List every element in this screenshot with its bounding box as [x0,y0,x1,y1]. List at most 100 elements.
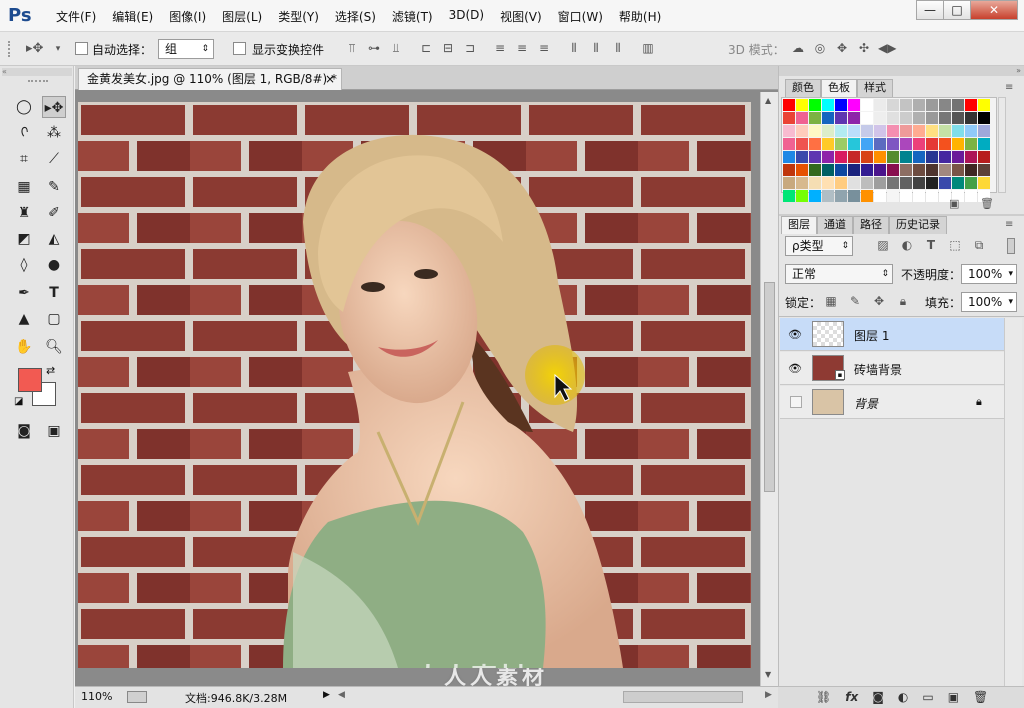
color-swatch[interactable] [913,138,925,150]
distribute-top-icon[interactable]: ≡ [492,41,508,55]
color-swatch[interactable] [913,125,925,137]
color-swatch[interactable] [939,112,951,124]
auto-align-icon[interactable]: ▥ [640,41,656,55]
vertical-scrollbar[interactable]: ▲ ▼ [760,92,778,686]
color-swatch[interactable] [952,138,964,150]
pen-tool-icon[interactable]: ✒ [12,282,36,304]
color-swatch[interactable] [900,177,912,189]
color-swatch[interactable] [809,164,821,176]
layer-row[interactable]: 👁︎ ▪ 砖墙背景 [780,352,1004,385]
color-swatch[interactable] [965,190,977,202]
chevron-down-icon[interactable]: ▾ [50,42,66,56]
fx-icon[interactable]: fx [845,690,858,704]
color-swatch[interactable] [783,125,795,137]
color-swatch[interactable] [913,99,925,111]
align-top-icon[interactable]: ⫪ [344,41,360,55]
color-swatch[interactable] [913,177,925,189]
color-swatch[interactable] [783,99,795,111]
color-swatch[interactable] [913,190,925,202]
align-vcenter-icon[interactable]: ⊶ [366,41,382,55]
brush-tool-icon[interactable]: ✎ [42,176,66,198]
distribute-bottom-icon[interactable]: ≡ [536,41,552,55]
3d-orbit-icon[interactable]: ☁ [790,41,806,55]
color-swatch[interactable] [796,151,808,163]
fill-input[interactable]: 100% ▾ [961,292,1017,312]
color-swatch[interactable] [861,164,873,176]
color-swatch[interactable] [939,138,951,150]
color-swatch[interactable] [796,112,808,124]
menu-help[interactable]: 帮助(H) [611,8,669,25]
color-swatch[interactable] [822,190,834,202]
eye-icon[interactable]: 👁︎ [788,328,802,342]
color-swatch[interactable] [965,151,977,163]
menu-edit[interactable]: 编辑(E) [104,8,161,25]
color-swatch[interactable] [913,164,925,176]
color-swatch[interactable] [978,138,990,150]
color-swatch[interactable] [900,138,912,150]
color-swatch[interactable] [978,151,990,163]
color-swatch[interactable] [926,99,938,111]
paint-bucket-tool-icon[interactable]: ◭ [42,228,66,250]
menu-3d[interactable]: 3D(D) [441,8,492,25]
color-swatch[interactable] [835,138,847,150]
color-swatch[interactable] [952,164,964,176]
color-swatch[interactable] [796,125,808,137]
trash-icon[interactable]: 🗑︎ [980,197,994,210]
status-menu-arrow-icon[interactable]: ▶ [323,690,330,700]
color-swatch[interactable] [965,112,977,124]
color-swatch[interactable] [926,177,938,189]
auto-select-checkbox[interactable] [75,42,88,55]
color-swatch[interactable] [861,125,873,137]
color-swatch[interactable] [835,190,847,202]
tab-history[interactable]: 历史记录 [889,216,947,234]
tab-styles[interactable]: 样式 [857,79,893,97]
distribute-hcenter-icon[interactable]: ⦀ [588,41,604,55]
color-swatch[interactable] [939,164,951,176]
distribute-vcenter-icon[interactable]: ≡ [514,41,530,55]
color-swatch[interactable] [874,112,886,124]
color-swatch[interactable] [926,190,938,202]
type-tool-icon[interactable]: T [42,282,66,304]
color-swatch[interactable] [887,99,899,111]
color-swatch[interactable] [978,99,990,111]
color-swatch[interactable] [887,190,899,202]
eyedropper-tool-icon[interactable]: ⟋ [42,148,66,170]
color-swatch[interactable] [900,125,912,137]
color-swatch[interactable] [874,138,886,150]
tab-swatches[interactable]: 色板 [821,79,857,97]
chevron-down-icon[interactable]: ▾ [1008,293,1013,311]
color-swatch[interactable] [848,151,860,163]
color-swatch[interactable] [861,138,873,150]
distribute-left-icon[interactable]: ⦀ [566,41,582,55]
color-swatch[interactable] [822,177,834,189]
align-bottom-icon[interactable]: ⫫ [388,41,404,55]
color-swatch[interactable] [809,190,821,202]
color-swatch[interactable] [861,177,873,189]
3d-pan-icon[interactable]: ✥ [834,41,850,55]
color-swatch[interactable] [809,112,821,124]
color-swatch[interactable] [783,138,795,150]
clone-stamp-tool-icon[interactable]: ♜ [12,202,36,224]
color-swatch[interactable] [848,177,860,189]
tab-color[interactable]: 颜色 [785,79,821,97]
filter-adjustment-icon[interactable]: ◐ [899,238,915,252]
color-swatch[interactable] [822,99,834,111]
auto-select-dropdown[interactable]: 组 ⇕ [158,39,214,59]
color-swatch[interactable] [952,112,964,124]
color-swatch[interactable] [861,151,873,163]
filter-shape-icon[interactable]: ⬚ [947,238,963,252]
close-tab-icon[interactable]: × [325,69,335,89]
tab-channels[interactable]: 通道 [817,216,853,234]
foreground-color-swatch[interactable] [18,368,42,392]
dodge-tool-icon[interactable]: ● [42,254,66,276]
color-swatch[interactable] [848,190,860,202]
color-swatch[interactable] [874,177,886,189]
color-swatch[interactable] [848,138,860,150]
color-swatch[interactable] [809,125,821,137]
color-swatch[interactable] [809,138,821,150]
color-swatch[interactable] [952,125,964,137]
color-swatch[interactable] [965,164,977,176]
new-swatch-icon[interactable]: ▣ [949,197,959,210]
filter-pixel-icon[interactable]: ▨ [875,238,891,252]
magic-wand-tool-icon[interactable]: ⁂ [42,122,66,144]
